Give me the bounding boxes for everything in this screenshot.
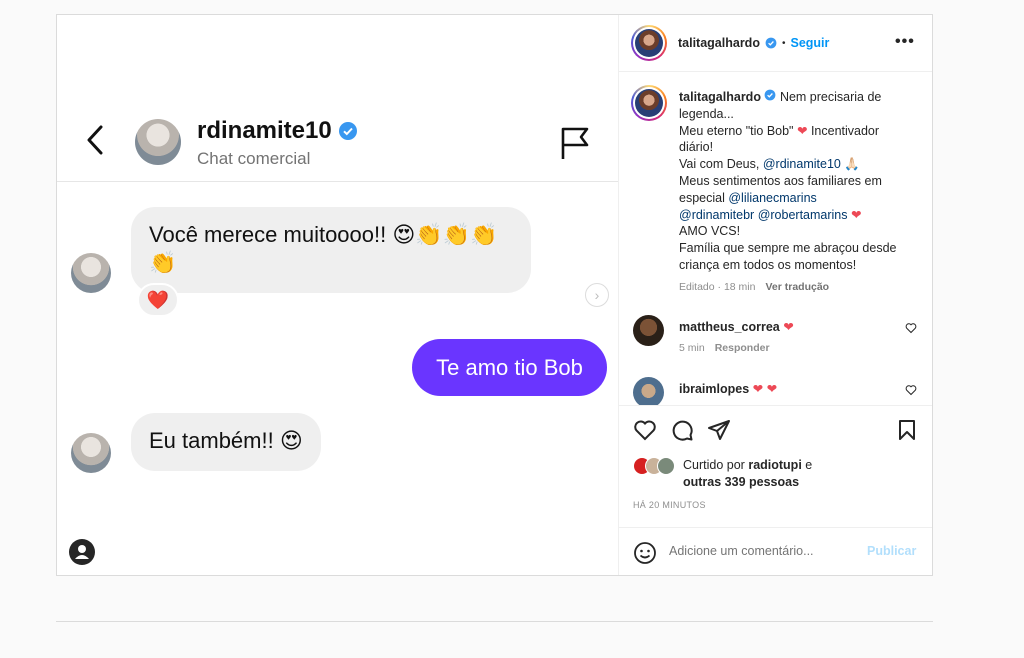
back-arrow-icon [87,125,103,155]
comment-meta: 5 min Responder [679,342,770,354]
mention-link[interactable]: @robertamarins [758,208,848,222]
author-info: talitagalhardo • Seguir [678,36,829,50]
share-icon[interactable] [707,418,731,442]
sent-message-bubble: Te amo tio Bob [412,339,607,396]
commenter-username[interactable]: ibraimlopes [679,382,749,396]
commenter-avatar[interactable] [633,377,664,405]
heart-reaction: ❤️ [137,283,179,317]
see-translation-link[interactable]: Ver tradução [765,281,829,293]
action-bar [619,405,932,441]
mention-link[interactable]: @rdinamite10 [763,157,841,171]
caption-emoji: 🙏🏻 [844,157,860,172]
like-heart-icon[interactable] [633,418,657,442]
post-sidebar: talitagalhardo • Seguir ••• talitagalhar… [619,15,932,575]
caption-meta: Editado · 18 min Ver tradução [679,281,829,293]
post-media[interactable]: rdinamite10 Chat comercial Você merece m… [57,15,619,575]
likes-prefix: Curtido por [683,458,745,472]
user-tag-icon[interactable] [69,539,95,565]
comment-input[interactable] [669,544,859,558]
likes-others[interactable]: outras 339 pessoas [683,475,799,489]
comment-icon[interactable] [670,418,694,442]
caption-edited-time: Editado · 18 min [679,281,756,293]
add-comment-bar: Publicar [619,527,932,575]
forward-icon[interactable]: › [585,283,609,307]
post-timestamp[interactable]: HÁ 20 MINUTOS [633,500,706,510]
comment-line: ibraimlopes ❤ ❤ [679,381,777,396]
heart-outline-icon[interactable] [905,322,917,334]
comment-text: ❤ ❤ [752,382,778,396]
liker-username[interactable]: radiotupi [748,458,801,472]
heart-outline-icon[interactable] [905,384,917,396]
save-bookmark-icon[interactable] [895,418,919,442]
emoji-smile-icon[interactable] [633,541,657,565]
comment-time: 5 min [679,342,705,354]
received-message-bubble: Eu também!! 😍 [131,413,321,471]
caption-author[interactable]: talitagalhardo [679,90,761,104]
chat-subtitle: Chat comercial [197,149,311,168]
message-avatar [71,253,111,293]
comment-item: mattheus_correa ❤ 5 min Responder [633,315,923,355]
instagram-post: rdinamite10 Chat comercial Você merece m… [56,14,933,576]
likes-connector: e [805,458,813,472]
verified-badge-icon [765,89,776,101]
publish-button[interactable]: Publicar [867,544,916,558]
post-header: talitagalhardo • Seguir ••• [619,15,932,72]
verified-badge-icon [338,122,357,140]
follow-button[interactable]: Seguir [790,36,829,50]
chat-username-text: rdinamite10 [197,117,332,144]
caption-text: Vai com Deus, [679,157,760,172]
caption-text: Família que sempre me abraçou desde cria… [679,241,897,272]
flag-icon [561,127,589,159]
heart-emoji: ❤ [796,123,808,138]
mention-link[interactable]: @rdinamitebr [679,208,754,222]
comment-line: mattheus_correa ❤ [679,319,794,334]
message-avatar [71,433,111,473]
verified-badge-icon [765,37,777,49]
chat-header: rdinamite10 Chat comercial [57,107,618,182]
caption-text: AMO VCS! [679,224,741,239]
received-message-bubble: Você merece muitoooo!! 😍👏👏👏👏 [131,207,531,293]
likes-text: Curtido por radiotupi e outras 339 pesso… [683,457,812,491]
heart-emoji: ❤ [851,207,862,222]
commenter-username[interactable]: mattheus_correa [679,320,780,334]
caption-text: Meu eterno "tio Bob" [679,123,794,138]
caption-author-avatar[interactable] [631,85,667,121]
mention-link[interactable]: @lilianecmarins [728,191,816,205]
more-options-icon[interactable]: ••• [895,33,915,51]
author-username[interactable]: talitagalhardo [678,36,760,50]
comment-text: ❤ [783,320,794,334]
comment-item: ibraimlopes ❤ ❤ [633,377,923,405]
separator-dot: • [781,37,786,49]
liker-avatar [657,457,675,475]
chat-username: rdinamite10 [197,117,358,145]
chat-avatar [135,119,181,165]
likes-summary: Curtido por radiotupi e outras 339 pesso… [633,457,812,491]
commenter-avatar[interactable] [633,315,664,346]
divider [56,621,933,622]
post-caption: talitagalhardo Nem precisaria de legenda… [679,89,915,274]
author-avatar[interactable] [631,25,667,61]
reply-button[interactable]: Responder [715,342,770,354]
